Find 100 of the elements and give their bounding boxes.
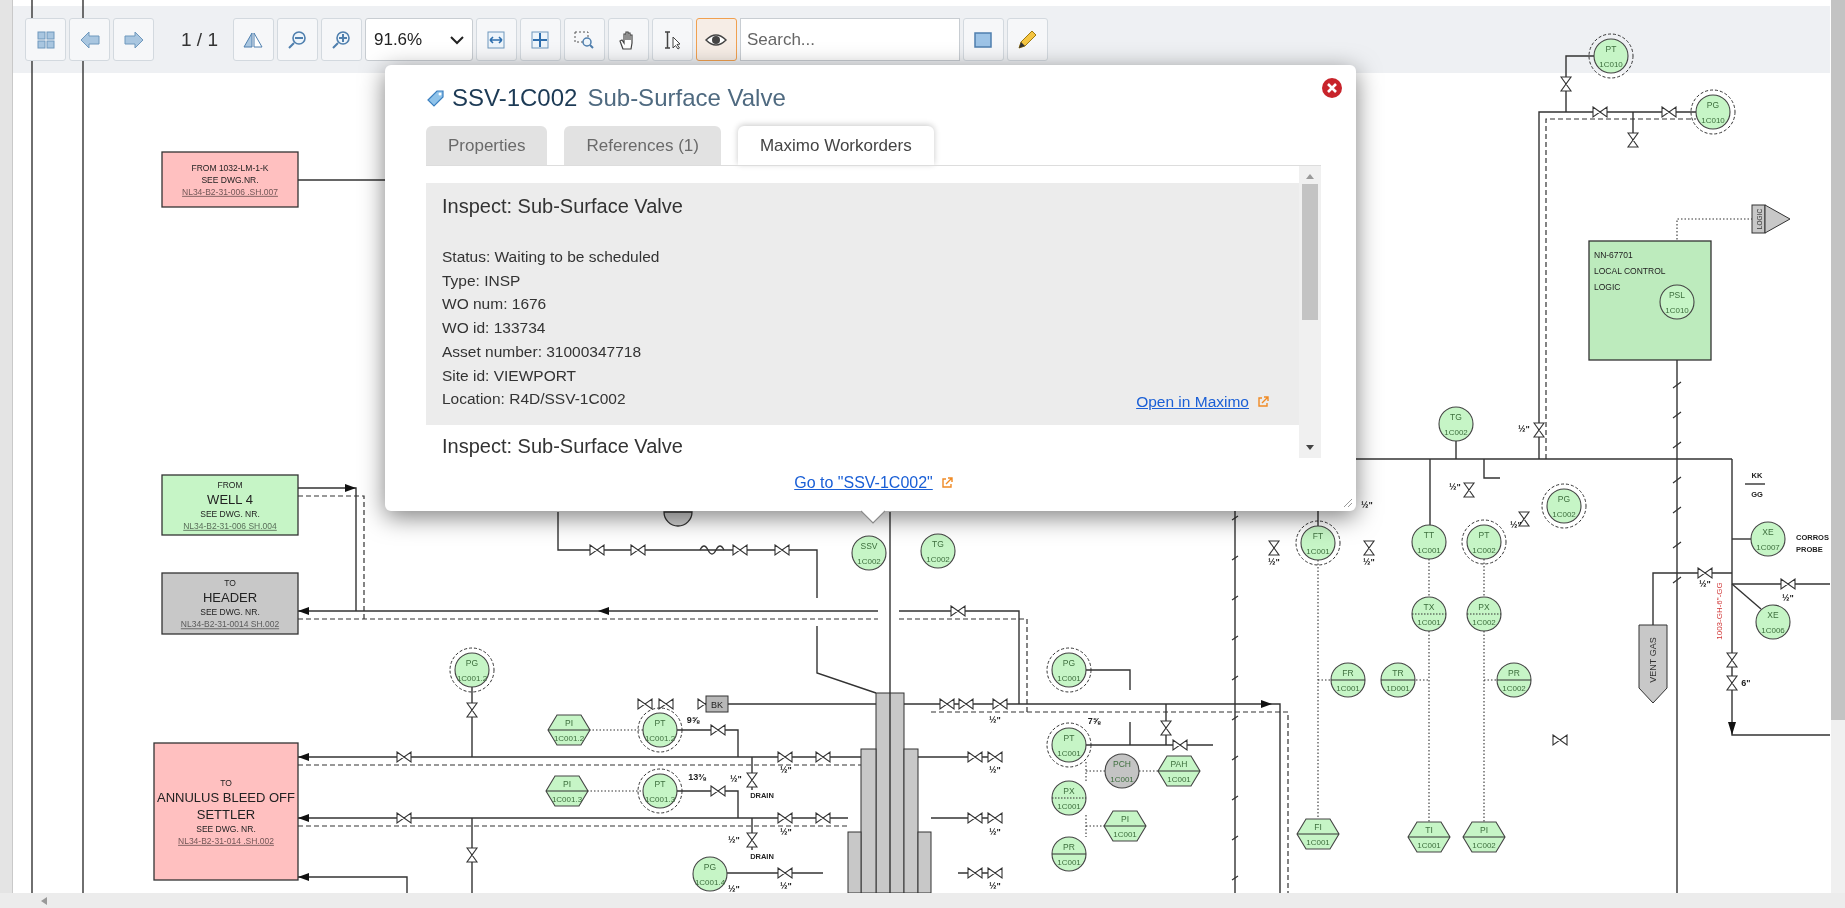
instrument-bubble[interactable]: TI 1C001 xyxy=(1407,821,1451,853)
workorder-title: Inspect: Sub-Surface Valve xyxy=(442,195,684,218)
tab[interactable]: Properties xyxy=(426,126,548,165)
pipe-size-label: ½" xyxy=(989,881,1001,891)
instrument-bubble[interactable]: PX 1C001 xyxy=(1051,780,1087,816)
vent-symbol: VENT GAS xyxy=(1638,624,1668,704)
drawing-reference-box[interactable]: TO ANNULUS BLEED OFF SETTLER SEE DWG. NR. NL34-B2-31-014 .SH.002 xyxy=(153,742,299,881)
instrument-bubble[interactable]: PI 1C001 xyxy=(1103,810,1147,842)
pencil-icon xyxy=(1016,28,1039,51)
workorder-item[interactable]: Inspect: Sub-Surface Valve Status: Waiting to be scheduled Type: INSP WO num: 1676 WO id: 133734 Asset number: 31000347718 Site id: VIEWPORT Location: R4D/SSV-1C002 Open in Maximo xyxy=(426,183,1299,425)
instrument-bubble[interactable]: FT 1C001 xyxy=(1295,520,1341,566)
instrument-bubble[interactable]: PT 1C002 xyxy=(1461,519,1507,565)
pipe-size-label: ½" xyxy=(728,835,740,845)
pipe-size-label: ½" xyxy=(780,827,792,837)
search-field[interactable]: Search... xyxy=(740,18,960,61)
down-arrow-icon[interactable] xyxy=(1305,444,1315,452)
pipe-size-label: ½" xyxy=(1518,424,1530,434)
previous-arrow-button[interactable] xyxy=(69,18,110,61)
tag-number: SSV-1C002 xyxy=(452,84,578,112)
horizontal-scrollbar[interactable] xyxy=(0,893,1845,908)
zoom-out-button[interactable] xyxy=(277,18,318,61)
marquee-zoom-icon xyxy=(573,28,596,51)
instrument-bubble[interactable]: PR 1C002 xyxy=(1496,662,1532,698)
pipe-size-label: ½" xyxy=(780,765,792,775)
drawing-reference-box[interactable]: FROM WELL 4 SEE DWG. NR. NL34-B2-31-006 SH.004 xyxy=(161,474,299,536)
workorder-field: Location: R4D/SSV-1C002 xyxy=(442,387,660,411)
fit-width-button[interactable] xyxy=(476,18,517,61)
fit-page-icon xyxy=(529,28,552,51)
instrument-bubble[interactable]: PG 1C001.2 xyxy=(449,647,495,693)
zoom-dropdown[interactable]: 91.6% xyxy=(365,18,473,61)
up-arrow-icon[interactable] xyxy=(1305,172,1315,180)
instrument-bubble[interactable]: PI 1C001.3 xyxy=(545,775,589,807)
instrument-bubble[interactable]: PI 1C002 xyxy=(1462,821,1506,853)
tab[interactable]: References (1) xyxy=(564,126,721,165)
workorder-field: Status: Waiting to be scheduled xyxy=(442,245,660,269)
marquee-zoom-button[interactable] xyxy=(564,18,605,61)
list-scrollbar[interactable] xyxy=(1299,166,1321,458)
fit-width-icon xyxy=(485,28,508,51)
drawing-reference-box[interactable]: TO HEADER SEE DWG. NR. NL34-B2-31-0014 SH.002 xyxy=(161,572,299,635)
instrument-bubble[interactable]: PG 1C002 xyxy=(1541,483,1587,529)
workorder-field: Type: INSP xyxy=(442,268,660,293)
instrument-bubble[interactable]: PT 1C010 xyxy=(1588,33,1634,79)
instrument-bubble[interactable]: PG 1C001 xyxy=(1046,647,1092,693)
instrument-bubble[interactable]: PAH 1C001 xyxy=(1157,755,1201,787)
instrument-bubble[interactable]: FI 1C001 xyxy=(1296,818,1340,850)
tag-description: Sub-Surface Valve xyxy=(587,84,786,112)
pipe-size-label: 9⅝ xyxy=(686,715,700,725)
chevron-down-icon xyxy=(450,34,464,45)
instrument-bubble[interactable]: PSL 1C010 xyxy=(1659,284,1695,320)
zoom-in-button[interactable] xyxy=(321,18,362,61)
pencil-button[interactable] xyxy=(1007,18,1048,61)
pipe-size-label: ½" xyxy=(1510,520,1522,530)
instrument-bubble[interactable]: PR 1C001 xyxy=(1051,836,1087,872)
instrument-bubble[interactable]: TX 1C001 xyxy=(1411,596,1447,632)
instrument-bubble[interactable]: PG 1C001.4 xyxy=(692,856,728,892)
eye-button[interactable] xyxy=(696,18,737,61)
next-arrow-button[interactable] xyxy=(113,18,154,61)
vessel-drawing xyxy=(663,511,693,527)
drawing-reference-box[interactable]: FROM 1032-LM-1-K SEE DWG.NR. NL34-B2-31-006 .SH.007 xyxy=(161,151,299,208)
pipe-size-label: ½" xyxy=(1361,500,1373,510)
instrument-bubble[interactable]: XE 1C007 xyxy=(1750,521,1786,557)
left-arrow-icon[interactable] xyxy=(40,895,48,906)
pipe-size-label: ½" xyxy=(728,884,740,893)
workorder-field: WO num: 1676 xyxy=(442,292,660,317)
instrument-bubble[interactable]: PT 1C001.3 xyxy=(637,768,683,814)
pipe-size-label: ½" xyxy=(989,715,1001,725)
rotate-button[interactable] xyxy=(233,18,274,61)
rectangle-button[interactable] xyxy=(963,18,1004,61)
resize-grip-icon[interactable] xyxy=(1341,496,1353,508)
thumbnails-button[interactable] xyxy=(25,18,66,61)
instrument-bubble[interactable]: TR 1D001 xyxy=(1380,662,1416,698)
instrument-bubble[interactable]: TT 1C001 xyxy=(1411,524,1447,560)
text-select-button[interactable] xyxy=(652,18,693,61)
instrument-bubble[interactable]: PCH 1C001 xyxy=(1104,753,1140,789)
close-button[interactable] xyxy=(1321,77,1343,99)
pipe-size-label: ½" xyxy=(989,827,1001,837)
external-link-icon xyxy=(940,477,953,489)
workorder-title: Inspect: Sub-Surface Valve xyxy=(442,434,684,458)
pipe-size-label: 6" xyxy=(1741,678,1751,688)
fit-page-button[interactable] xyxy=(520,18,561,61)
line-number-label: 1003-GH-6"-GG xyxy=(1715,582,1724,640)
instrument-bubble[interactable]: PT 1C001.2 xyxy=(637,707,683,753)
external-link-icon xyxy=(1257,395,1269,408)
vertical-scrollbar[interactable] xyxy=(1831,0,1845,893)
tag-icon xyxy=(426,88,446,108)
workorder-field: Site id: VIEWPORT xyxy=(442,363,660,388)
tab[interactable]: Maximo Workorders xyxy=(737,126,934,165)
instrument-bubble[interactable]: TG 1C002 xyxy=(920,533,956,569)
pipe-size-label: ½" xyxy=(1449,482,1461,492)
go-to-tag-link[interactable]: Go to "SSV-1C002" xyxy=(794,474,933,492)
thumbnails-icon xyxy=(34,28,57,51)
open-in-maximo-link[interactable]: Open in Maximo xyxy=(1136,392,1249,411)
instrument-bubble[interactable]: PI 1C001.2 xyxy=(547,714,591,746)
instrument-bubble[interactable]: SSV 1C002 xyxy=(851,535,887,571)
instrument-bubble[interactable]: TG 1C002 xyxy=(1438,406,1474,442)
instrument-bubble[interactable]: XE 1C006 xyxy=(1755,604,1791,640)
hand-button[interactable] xyxy=(608,18,649,61)
instrument-bubble[interactable]: FR 1C001 xyxy=(1330,662,1366,698)
instrument-bubble[interactable]: PG 1C010 xyxy=(1690,89,1736,135)
instrument-bubble[interactable]: PX 1C002 xyxy=(1466,596,1502,632)
